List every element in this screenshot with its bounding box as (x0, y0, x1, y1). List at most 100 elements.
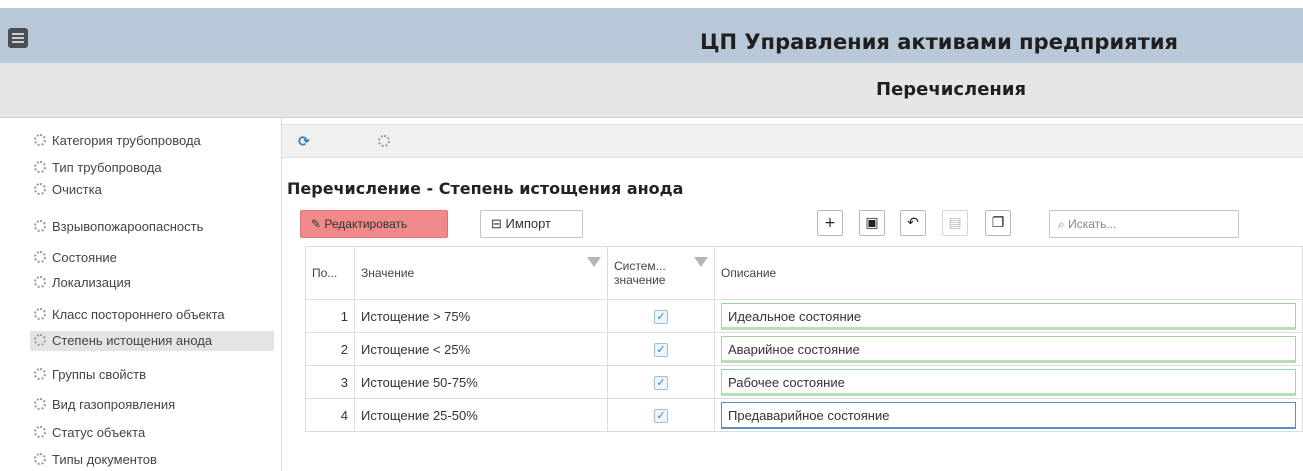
sidebar-item-label: Типы документов (52, 452, 157, 467)
sidebar-item-foreign-object-class[interactable]: Класс постороннего объекта (30, 305, 274, 325)
column-header-label: По... (312, 266, 338, 280)
description-input[interactable]: Идеальное состояние (721, 302, 1296, 330)
pencil-icon: ✎ (311, 217, 322, 231)
gear-icon (34, 276, 46, 288)
checkbox-checked-icon[interactable]: ✓ (654, 310, 668, 324)
cell-description[interactable]: Рабочее состояние (714, 365, 1303, 399)
gear-icon (34, 398, 46, 410)
gear-icon (377, 135, 390, 147)
app-title: ЦП Управления активами предприятия (700, 30, 1179, 54)
undo-button[interactable]: ↶ (900, 210, 926, 236)
import-button[interactable]: ⊟ Импорт (480, 210, 583, 238)
save-button[interactable]: ▣ (859, 210, 885, 236)
column-header-label: Систем... (614, 259, 666, 273)
page-header: Перечисления (0, 63, 1303, 118)
sidebar-item-localization[interactable]: Локализация (30, 273, 274, 293)
cell-value[interactable]: Истощение 50-75% (354, 365, 608, 399)
sidebar-item-property-groups[interactable]: Группы свойств (30, 365, 274, 385)
plus-icon: + (824, 215, 836, 231)
sidebar-item-pipeline-category[interactable]: Категория трубопровода (30, 131, 274, 151)
hamburger-menu-icon[interactable] (8, 28, 28, 48)
filter-icon[interactable] (587, 257, 601, 267)
checkbox-checked-icon[interactable]: ✓ (654, 376, 668, 390)
search-icon: ⌕ (1058, 217, 1065, 231)
table-row[interactable]: 1 Истощение > 75% ✓ Идеальное состояние (305, 299, 1303, 333)
description-input[interactable]: Аварийное состояние (721, 335, 1296, 363)
cell-value[interactable]: Истощение 25-50% (354, 398, 608, 432)
panel-divider (281, 118, 282, 471)
column-header-system-value[interactable]: Систем... значение (607, 246, 715, 300)
description-input-focused[interactable]: Предаварийное состояние (721, 401, 1296, 429)
sidebar-item-explosion-hazard[interactable]: Взрывопожароопасность (30, 217, 274, 237)
gear-icon (34, 453, 46, 465)
cell-system-value[interactable]: ✓ (607, 365, 715, 399)
cell-system-value[interactable]: ✓ (607, 332, 715, 366)
sidebar-item-pipeline-type[interactable]: Тип трубопровода (30, 158, 274, 178)
sidebar-item-label: Вид газопроявления (52, 397, 176, 412)
cell-position: 2 (305, 332, 355, 366)
cell-value[interactable]: Истощение < 25% (354, 332, 608, 366)
delete-button[interactable]: ▤ (942, 210, 968, 236)
sidebar-item-label: Группы свойств (52, 367, 147, 382)
sidebar-item-label: Локализация (52, 275, 131, 290)
delete-icon: ▤ (948, 215, 962, 231)
column-header-position[interactable]: По... (305, 246, 355, 300)
top-toolbar: ⟳ (282, 124, 1303, 158)
sidebar-item-label: Тип трубопровода (52, 160, 162, 175)
copy-button[interactable]: ❐ (985, 210, 1011, 236)
column-header-label-secondary: значение (614, 273, 666, 287)
cell-system-value[interactable]: ✓ (607, 299, 715, 333)
cell-position: 3 (305, 365, 355, 399)
checkbox-checked-icon[interactable]: ✓ (654, 409, 668, 423)
column-header-value[interactable]: Значение (354, 246, 608, 300)
gear-icon (34, 251, 46, 263)
gear-icon (34, 161, 46, 173)
gear-icon (34, 220, 46, 232)
table-row[interactable]: 4 Истощение 25-50% ✓ Предаварийное состо… (305, 398, 1303, 432)
cell-description[interactable]: Предаварийное состояние (714, 398, 1303, 432)
description-input[interactable]: Рабочее состояние (721, 368, 1296, 396)
gear-icon (34, 134, 46, 146)
cell-value[interactable]: Истощение > 75% (354, 299, 608, 333)
gear-icon (34, 308, 46, 320)
cell-description[interactable]: Аварийное состояние (714, 332, 1303, 366)
sidebar-item-label: Взрывопожароопасность (52, 219, 204, 234)
undo-icon: ↶ (907, 215, 919, 231)
sidebar-item-object-status[interactable]: Статус объекта (30, 423, 274, 443)
column-header-description[interactable]: Описание (714, 246, 1303, 300)
app-header: ЦП Управления активами предприятия (0, 0, 1303, 63)
page-title: Перечисления (876, 79, 1027, 100)
add-button[interactable]: + (817, 210, 843, 236)
cell-description[interactable]: Идеальное состояние (714, 299, 1303, 333)
settings-gear-icon[interactable] (372, 132, 392, 152)
sidebar-item-document-types[interactable]: Типы документов (30, 450, 274, 470)
sidebar-item-anode-depletion[interactable]: Степень истощения анода (30, 331, 274, 351)
column-header-label: Значение (361, 266, 415, 280)
import-icon: ⊟ (491, 216, 502, 231)
sidebar-item-gas-manifestation[interactable]: Вид газопроявления (30, 395, 274, 415)
sidebar: Категория трубопровода Тип трубопровода … (20, 124, 274, 471)
table-row[interactable]: 2 Истощение < 25% ✓ Аварийное состояние (305, 332, 1303, 366)
sidebar-item-label: Статус объекта (52, 425, 146, 440)
gear-icon (34, 426, 46, 438)
sidebar-item-label: Состояние (52, 250, 117, 265)
refresh-icon[interactable]: ⟳ (294, 132, 314, 152)
search-input[interactable]: ⌕ Искать... (1049, 210, 1239, 238)
sidebar-item-label: Класс постороннего объекта (52, 307, 225, 322)
sidebar-item-label: Очистка (52, 182, 102, 197)
edit-button-label: Редактировать (324, 217, 408, 231)
table-row[interactable]: 3 Истощение 50-75% ✓ Рабочее состояние (305, 365, 1303, 399)
enum-table: По... Значение Систем... значение Описани… (305, 246, 1303, 432)
save-icon: ▣ (865, 215, 879, 231)
edit-button[interactable]: ✎ Редактировать (300, 210, 448, 238)
cell-system-value[interactable]: ✓ (607, 398, 715, 432)
column-header-label: Описание (721, 266, 777, 280)
sidebar-item-cleaning[interactable]: Очистка (30, 180, 274, 200)
copy-icon: ❐ (991, 215, 1005, 231)
search-placeholder: Искать... (1068, 217, 1117, 231)
gear-icon (34, 334, 46, 346)
import-button-label: Импорт (505, 216, 551, 231)
filter-icon[interactable] (694, 257, 708, 267)
sidebar-item-condition[interactable]: Состояние (30, 248, 274, 268)
checkbox-checked-icon[interactable]: ✓ (654, 343, 668, 357)
